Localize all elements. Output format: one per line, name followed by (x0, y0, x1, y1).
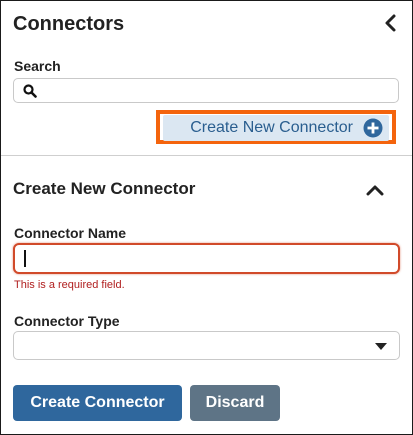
plus-circle-icon (363, 118, 383, 138)
panel-title: Connectors (13, 13, 125, 35)
discard-button[interactable]: Discard (190, 385, 280, 421)
caret-down-icon (375, 343, 387, 350)
connector-type-label: Connector Type (14, 313, 120, 329)
search-icon (23, 84, 37, 98)
create-new-connector-label: Create New Connector (190, 119, 353, 136)
connectors-panel: Connectors Search Create New Connector C… (0, 0, 413, 435)
connector-name-label: Connector Name (14, 225, 127, 241)
text-cursor (24, 250, 26, 267)
connector-name-field[interactable] (13, 243, 400, 274)
connector-type-select[interactable] (13, 331, 400, 360)
chevron-up-icon[interactable] (366, 184, 384, 196)
chevron-left-icon[interactable] (382, 13, 398, 33)
search-input[interactable] (44, 81, 388, 101)
search-box[interactable] (13, 78, 399, 103)
search-label: Search (14, 58, 61, 74)
divider (1, 155, 412, 156)
connector-name-input[interactable] (23, 249, 387, 271)
create-connector-button[interactable]: Create Connector (13, 385, 182, 421)
connector-name-error: This is a required field. (14, 279, 125, 291)
form-section-title: Create New Connector (13, 179, 196, 198)
create-new-connector-button[interactable]: Create New Connector (163, 115, 389, 141)
